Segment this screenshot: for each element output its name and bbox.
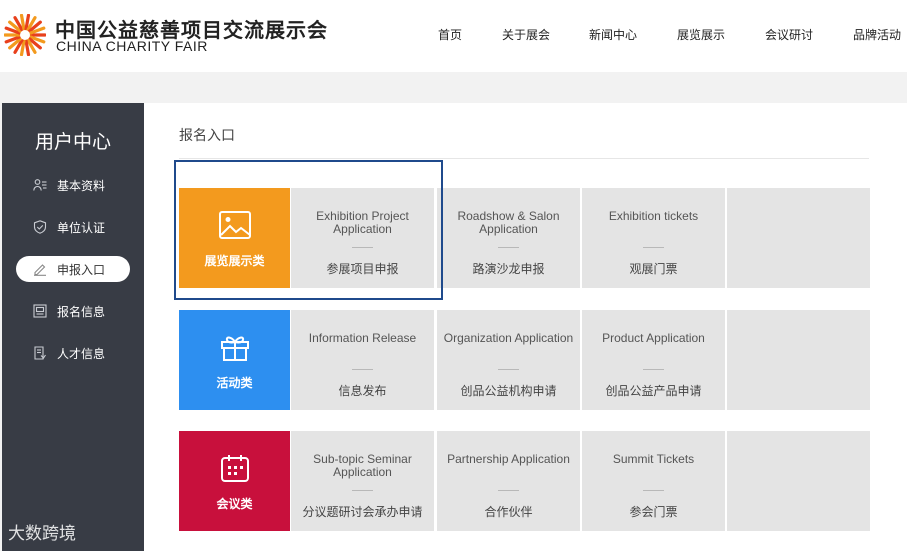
site-header: 中国公益慈善项目交流展示会 CHINA CHARITY FAIR 首页 关于展会… xyxy=(0,0,907,72)
card-seminar-application[interactable]: Sub-topic Seminar Application 分议题研讨会承办申请 xyxy=(291,431,434,531)
category-activity[interactable]: 活动类 xyxy=(179,310,290,410)
card-title-cn: 参会门票 xyxy=(629,505,678,519)
card-information-release[interactable]: Information Release 信息发布 xyxy=(291,310,434,410)
main-nav: 首页 关于展会 新闻中心 展览展示 会议研讨 品牌活动 xyxy=(0,26,907,46)
main-content: 报名入口 展览展示类 Exhibition Project Applicatio… xyxy=(144,103,907,551)
card-title-en: Roadshow & Salon Application xyxy=(457,209,560,236)
sidebar-item-profile[interactable]: 基本资料 xyxy=(16,172,130,198)
card-title-cn: 创品公益机构申请 xyxy=(460,384,557,398)
sidebar-title: 用户中心 xyxy=(34,131,111,153)
card-title-en: Exhibition tickets xyxy=(608,209,699,223)
page-title: 报名入口 xyxy=(179,128,235,144)
sidebar-item-talent-info[interactable]: 人才信息 xyxy=(16,340,130,366)
nav-item-exhibition[interactable]: 展览展示 xyxy=(677,26,725,43)
category-label: 展览展示类 xyxy=(204,254,265,268)
card-separator xyxy=(352,247,373,248)
nav-item-brand-events[interactable]: 品牌活动 xyxy=(853,26,901,43)
card-separator xyxy=(498,369,519,370)
card-exhibition-tickets[interactable]: Exhibition tickets 观展门票 xyxy=(582,188,725,288)
card-title-cn: 合作伙伴 xyxy=(484,505,533,519)
card-title-en: Exhibition Project Application xyxy=(316,209,409,236)
gift-icon xyxy=(221,336,249,361)
card-title-en: Sub-topic Seminar Application xyxy=(313,452,412,479)
card-separator xyxy=(643,247,664,248)
card-title-en: Product Application xyxy=(602,331,705,345)
pen-edit-icon xyxy=(34,264,46,276)
card-separator xyxy=(498,490,519,491)
shield-check-icon xyxy=(33,220,47,234)
calendar-icon xyxy=(221,455,249,482)
watermark: 大数跨境 xyxy=(8,524,76,544)
card-empty xyxy=(727,310,870,410)
card-separator xyxy=(498,247,519,248)
sidebar-item-label: 申报入口 xyxy=(57,263,106,277)
nav-item-conference[interactable]: 会议研讨 xyxy=(765,26,813,43)
card-summit-tickets[interactable]: Summit Tickets 参会门票 xyxy=(582,431,725,531)
nav-item-about[interactable]: 关于展会 xyxy=(502,26,550,43)
card-title-cn: 信息发布 xyxy=(338,384,387,398)
card-title-cn: 观展门票 xyxy=(629,262,678,276)
card-empty xyxy=(727,188,870,288)
card-title-cn: 参展项目申报 xyxy=(326,262,399,276)
category-exhibition[interactable]: 展览展示类 xyxy=(179,188,290,288)
category-label: 会议类 xyxy=(216,497,253,511)
sidebar-item-label: 基本资料 xyxy=(57,179,106,193)
card-separator xyxy=(352,369,373,370)
nav-item-home[interactable]: 首页 xyxy=(438,26,462,43)
card-organization-application[interactable]: Organization Application 创品公益机构申请 xyxy=(437,310,580,410)
category-label: 活动类 xyxy=(216,376,253,390)
image-icon xyxy=(219,211,251,239)
card-separator xyxy=(643,490,664,491)
card-empty xyxy=(727,431,870,531)
document-icon xyxy=(34,346,46,360)
card-separator xyxy=(643,369,664,370)
sidebar-item-certification[interactable]: 单位认证 xyxy=(16,214,130,240)
card-roadshow-salon[interactable]: Roadshow & Salon Application 路演沙龙申报 xyxy=(437,188,580,288)
card-title-en: Summit Tickets xyxy=(612,452,695,466)
card-partnership-application[interactable]: Partnership Application 合作伙伴 xyxy=(437,431,580,531)
sidebar: 用户中心 基本资料 单位认证 申报入口 报名信息 人才信息 xyxy=(2,103,144,551)
card-separator xyxy=(352,490,373,491)
sidebar-item-registration-info[interactable]: 报名信息 xyxy=(16,298,130,324)
user-list-icon xyxy=(33,179,47,191)
sidebar-item-label: 单位认证 xyxy=(57,221,106,235)
card-title-en: Partnership Application xyxy=(447,452,570,466)
sidebar-item-label: 人才信息 xyxy=(57,347,106,361)
card-title-en: Organization Application xyxy=(443,331,574,345)
form-icon xyxy=(33,304,47,318)
card-product-application[interactable]: Product Application 创品公益产品申请 xyxy=(582,310,725,410)
card-title-cn: 路演沙龙申报 xyxy=(472,262,545,276)
card-exhibition-project[interactable]: Exhibition Project Application 参展项目申报 xyxy=(291,188,434,288)
nav-item-news[interactable]: 新闻中心 xyxy=(589,26,637,43)
sidebar-item-label: 报名信息 xyxy=(57,305,106,319)
card-title-cn: 分议题研讨会承办申请 xyxy=(302,505,423,519)
category-conference[interactable]: 会议类 xyxy=(179,431,290,531)
title-divider xyxy=(179,158,869,159)
card-title-en: Information Release xyxy=(308,331,417,345)
card-title-cn: 创品公益产品申请 xyxy=(605,384,702,398)
sidebar-item-application-entry[interactable]: 申报入口 xyxy=(16,256,130,282)
